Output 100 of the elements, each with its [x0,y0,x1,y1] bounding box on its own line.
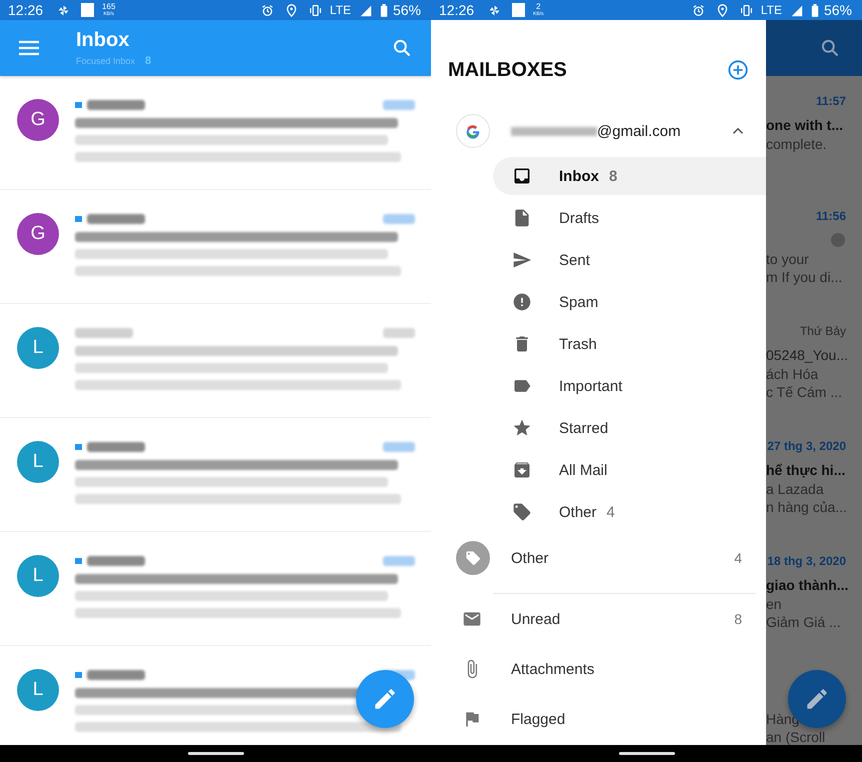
star-icon [512,418,532,438]
account-item[interactable]: Other 4 [431,537,766,579]
blurred-sender [87,214,145,224]
filter-count: 8 [734,611,742,627]
folder-item[interactable]: Spam [493,283,766,321]
battery-percent: 56% [392,2,421,18]
status-time: 12:26 [8,2,44,18]
google-logo-icon [456,114,490,148]
message-subject: 05248_You... [766,346,848,362]
blurred-time [383,100,415,110]
alarm-clock-icon [260,4,274,16]
account-count: 4 [734,550,742,566]
battery-icon [380,4,388,16]
blurred-sender [75,328,133,338]
vibrate-icon [740,4,753,16]
message-time: 27 thg 3, 2020 [767,439,846,455]
blurred-time [383,556,415,566]
blurred-sender [87,442,145,452]
folder-count: 8 [609,168,618,184]
filter-item[interactable]: Attachments [431,644,766,694]
signal-icon [358,4,372,16]
blurred-time [383,442,415,452]
folder-label: Sent [559,252,590,268]
blurred-sender [87,100,145,110]
inbox-tray-icon [512,166,532,186]
avatar: G [17,213,59,255]
message-snippet: c Tế Cám ... [766,383,843,401]
alarm-clock-icon [692,4,705,16]
filter-label: Unread [511,610,560,628]
message-time: Thứ Bảy [800,324,846,340]
message-snippet: en [766,595,783,613]
account-email: @gmail.com [597,122,681,140]
message-subject: giao thành... [766,576,848,592]
folder-item[interactable]: Drafts [493,199,766,237]
filter-label: Attachments [511,660,594,678]
avatar: L [17,555,59,597]
avatar: L [17,327,59,369]
folder-item[interactable]: Inbox 8 [493,157,766,195]
pinwheel-icon [488,4,502,16]
folder-label: All Mail [559,462,608,478]
avatar: G [17,99,59,141]
folder-label: Trash [559,336,597,352]
drawer-title: MAILBOXES [448,58,567,82]
tag-circle-icon [456,541,490,575]
message-snippet: a Lazada [766,480,825,498]
message-time: 11:56 [816,209,846,225]
message-snippet: m If you di... [766,268,844,286]
folder-label: Important [559,378,622,394]
notification-square-icon [81,3,94,17]
account-label: Other [511,550,549,566]
message-snippet: an (Scroll [766,728,826,746]
avatar: L [17,669,59,711]
message-snippet: n hàng của... [766,498,848,516]
screen-title: Inbox [76,29,130,51]
location-pin-icon [284,4,298,16]
folder-item[interactable]: All Mail [493,451,766,489]
message-snippet: complete. [766,135,828,153]
message-snippet: Giảm Giá ... [766,613,842,631]
notification-square-icon [512,3,526,17]
paper-plane-icon [512,250,532,270]
folder-item[interactable]: Starred [493,409,766,447]
home-handle[interactable] [188,752,244,755]
battery-icon [810,4,819,16]
blurred-sender [87,670,145,680]
data-speed: 2 [536,3,541,11]
archive-box-icon [512,460,532,480]
message-subject: one with t... [766,116,843,132]
network-type: LTE [760,3,782,17]
folder-label: Drafts [559,210,600,226]
message-snippet: to your [766,250,810,268]
inbox-subtitle: Focused Inbox [76,56,136,66]
account-row[interactable]: @gmail.com [431,107,766,155]
avatar: L [17,441,59,483]
signal-icon [790,4,803,16]
blurred-time [383,214,415,224]
folder-label: Inbox [559,168,599,184]
folder-item[interactable]: Other 4 [493,493,766,531]
folder-item[interactable]: Sent [493,241,766,279]
folder-label: Other [559,504,597,520]
message-time: 18 thg 3, 2020 [767,554,846,570]
battery-percent: 56% [824,2,852,18]
folder-item[interactable]: Important [493,367,766,405]
pinwheel-icon [57,4,70,16]
status-time: 12:26 [439,2,474,18]
unread-count: 8 [145,55,152,67]
search-icon[interactable] [392,38,412,58]
search-icon [820,38,840,58]
home-handle[interactable] [618,752,674,755]
folder-label: Starred [559,420,608,436]
filter-item[interactable]: Unread 8 [431,594,766,644]
compose-button[interactable] [356,670,414,728]
location-pin-icon [716,4,729,16]
data-speed: 165 [102,3,116,11]
message-snippet: ách Hóa [766,365,820,383]
network-type: LTE [330,3,351,17]
add-circle-icon[interactable] [727,59,749,81]
folder-label: Spam [559,294,598,310]
menu-icon[interactable] [19,40,39,56]
folder-item[interactable]: Trash [493,325,766,363]
filter-item[interactable]: Flagged [431,694,766,744]
